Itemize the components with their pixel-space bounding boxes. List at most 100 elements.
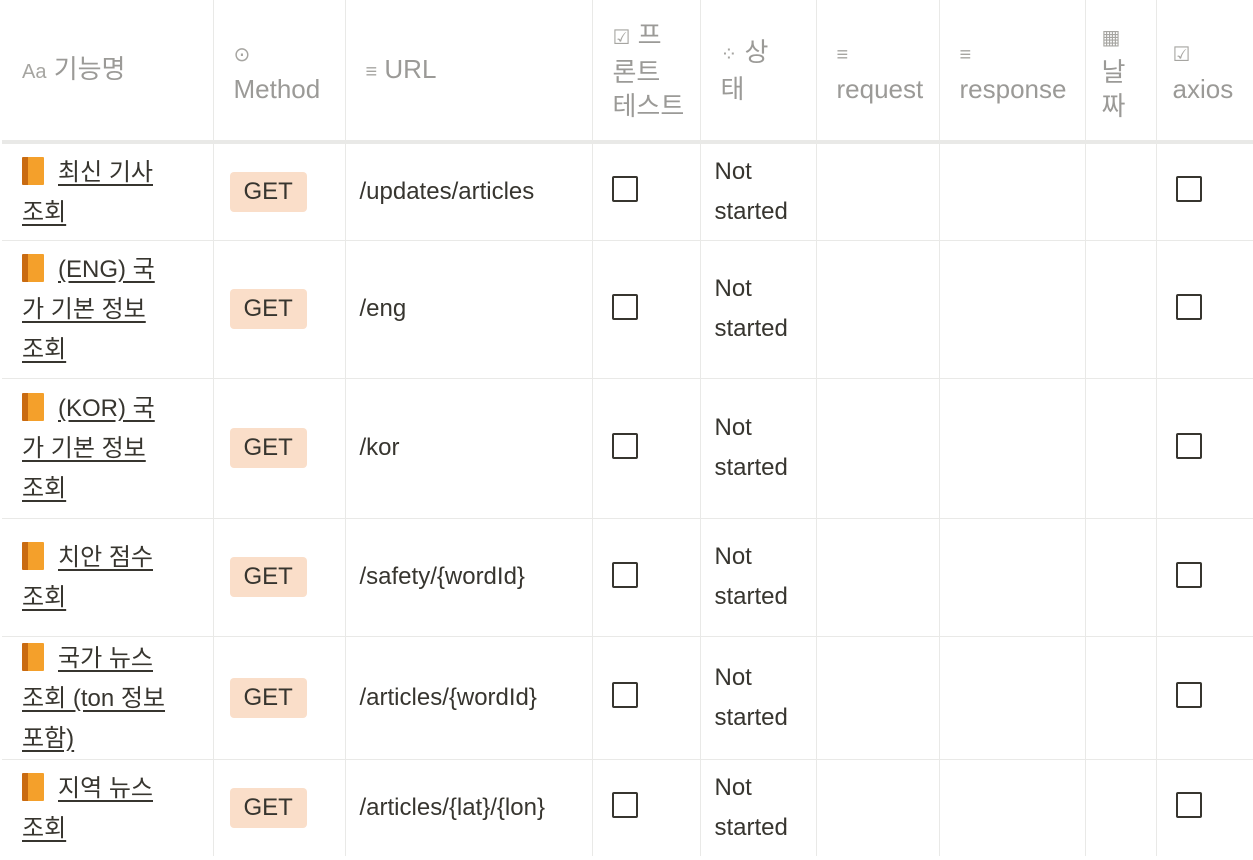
table-row[interactable]: 지역 뉴스조회 GET/articles/{lat}/{lon} Not starte… bbox=[2, 759, 1253, 856]
url-cell[interactable]: /eng bbox=[345, 240, 593, 378]
method-badge[interactable]: GET bbox=[229, 787, 307, 828]
method-badge[interactable]: GET bbox=[229, 677, 307, 718]
response-cell[interactable] bbox=[939, 378, 1086, 518]
header-date[interactable]: ▦ 날 짜 bbox=[1085, 0, 1157, 142]
method-badge[interactable]: GET bbox=[229, 289, 307, 329]
front-test-checkbox[interactable] bbox=[611, 293, 638, 320]
header-name[interactable]: Aa 기능명 bbox=[2, 0, 214, 142]
status-cell[interactable]: Not started bbox=[700, 518, 817, 636]
method-cell[interactable]: GET bbox=[213, 142, 346, 240]
page-link[interactable]: 가 기본 정보 bbox=[22, 296, 146, 323]
axios-cell[interactable] bbox=[1156, 142, 1253, 240]
date-cell[interactable] bbox=[1085, 142, 1157, 240]
front-test-checkbox[interactable] bbox=[611, 682, 638, 708]
axios-checkbox[interactable] bbox=[1175, 682, 1202, 708]
request-cell[interactable] bbox=[816, 518, 940, 636]
date-cell[interactable] bbox=[1085, 378, 1157, 518]
header-status[interactable]: ⁘ 상태 bbox=[700, 0, 817, 142]
name-cell[interactable]: (KOR) 국가 기본 정보조회 bbox=[2, 378, 214, 518]
request-cell[interactable] bbox=[816, 759, 940, 856]
header-response[interactable]: ≡ response bbox=[939, 0, 1086, 142]
page-link[interactable]: 조회 bbox=[22, 199, 66, 226]
date-cell[interactable] bbox=[1085, 636, 1157, 759]
axios-checkbox[interactable] bbox=[1175, 293, 1202, 320]
page-link[interactable]: 조회 bbox=[22, 584, 66, 611]
status-cell[interactable]: Not started bbox=[700, 240, 817, 378]
page-link[interactable]: 조회 (ton 정보 bbox=[22, 685, 165, 712]
status-cell[interactable]: Not started bbox=[700, 636, 817, 759]
header-axios[interactable]: ☑ axios bbox=[1156, 0, 1253, 142]
date-cell[interactable] bbox=[1085, 518, 1157, 636]
request-cell[interactable] bbox=[816, 142, 940, 240]
page-link[interactable]: 가 기본 정보 bbox=[22, 435, 146, 462]
axios-cell[interactable] bbox=[1156, 759, 1253, 856]
axios-checkbox[interactable] bbox=[1175, 176, 1202, 203]
axios-cell[interactable] bbox=[1156, 636, 1253, 759]
table-row[interactable]: (KOR) 국가 기본 정보조회 GET/kor Not started bbox=[2, 378, 1253, 518]
date-cell[interactable] bbox=[1085, 240, 1157, 378]
response-cell[interactable] bbox=[939, 142, 1086, 240]
status-cell[interactable]: Not started bbox=[700, 378, 817, 518]
method-badge[interactable]: GET bbox=[229, 171, 307, 212]
method-cell[interactable]: GET bbox=[213, 636, 346, 759]
front-test-cell[interactable] bbox=[592, 378, 701, 518]
axios-checkbox[interactable] bbox=[1175, 432, 1202, 459]
front-test-cell[interactable] bbox=[592, 759, 701, 856]
front-test-checkbox[interactable] bbox=[611, 176, 638, 203]
response-cell[interactable] bbox=[939, 759, 1086, 856]
method-cell[interactable]: GET bbox=[213, 759, 346, 856]
axios-checkbox[interactable] bbox=[1175, 792, 1202, 819]
page-link[interactable]: 최신 기사 bbox=[58, 159, 153, 186]
method-cell[interactable]: GET bbox=[213, 240, 346, 378]
date-cell[interactable] bbox=[1085, 759, 1157, 856]
url-cell[interactable]: /articles/{lat}/{lon} bbox=[345, 759, 593, 856]
page-link[interactable]: 포함) bbox=[22, 725, 74, 752]
response-cell[interactable] bbox=[939, 636, 1086, 759]
front-test-cell[interactable] bbox=[592, 142, 701, 240]
page-link[interactable]: 조회 bbox=[22, 475, 66, 502]
axios-cell[interactable] bbox=[1156, 240, 1253, 378]
method-badge[interactable]: GET bbox=[229, 428, 307, 468]
name-cell[interactable]: (ENG) 국가 기본 정보조회 bbox=[2, 240, 214, 378]
name-cell[interactable]: 지역 뉴스조회 bbox=[2, 759, 214, 856]
url-cell[interactable]: /kor bbox=[345, 378, 593, 518]
header-request[interactable]: ≡ request bbox=[816, 0, 940, 142]
front-test-cell[interactable] bbox=[592, 518, 701, 636]
request-cell[interactable] bbox=[816, 636, 940, 759]
front-test-cell[interactable] bbox=[592, 240, 701, 378]
url-cell[interactable]: /safety/{wordId} bbox=[345, 518, 593, 636]
front-test-cell[interactable] bbox=[592, 636, 701, 759]
axios-cell[interactable] bbox=[1156, 378, 1253, 518]
axios-cell[interactable] bbox=[1156, 518, 1253, 636]
page-link[interactable]: (ENG) 국 bbox=[58, 256, 155, 283]
page-link[interactable]: 지역 뉴스 bbox=[58, 775, 153, 802]
page-link[interactable]: 조회 bbox=[22, 336, 66, 363]
header-method[interactable]: ⊙ Method bbox=[213, 0, 346, 142]
axios-checkbox[interactable] bbox=[1175, 561, 1202, 588]
front-test-checkbox[interactable] bbox=[611, 432, 638, 459]
name-cell[interactable]: 치안 점수조회 bbox=[2, 518, 214, 636]
request-cell[interactable] bbox=[816, 240, 940, 378]
response-cell[interactable] bbox=[939, 240, 1086, 378]
name-cell[interactable]: 최신 기사조회 bbox=[2, 142, 214, 240]
page-link[interactable]: 조회 bbox=[22, 815, 66, 842]
page-link[interactable]: (KOR) 국 bbox=[58, 395, 155, 422]
name-cell[interactable]: 국가 뉴스조회 (ton 정보포함) bbox=[2, 636, 214, 759]
header-front-test[interactable]: ☑ 프 론트 테스트 bbox=[592, 0, 701, 142]
request-cell[interactable] bbox=[816, 378, 940, 518]
method-cell[interactable]: GET bbox=[213, 518, 346, 636]
response-cell[interactable] bbox=[939, 518, 1086, 636]
url-cell[interactable]: /updates/articles bbox=[345, 142, 593, 240]
table-row[interactable]: (ENG) 국가 기본 정보조회 GET/eng Not started bbox=[2, 240, 1253, 378]
front-test-checkbox[interactable] bbox=[611, 792, 638, 819]
status-cell[interactable]: Not started bbox=[700, 142, 817, 240]
header-url[interactable]: ≡ URL bbox=[345, 0, 593, 142]
table-row[interactable]: 국가 뉴스조회 (ton 정보포함) GET/articles/{wordId} N… bbox=[2, 636, 1253, 759]
method-cell[interactable]: GET bbox=[213, 378, 346, 518]
front-test-checkbox[interactable] bbox=[611, 561, 638, 588]
url-cell[interactable]: /articles/{wordId} bbox=[345, 636, 593, 759]
page-link[interactable]: 치안 점수 bbox=[58, 544, 153, 571]
page-link[interactable]: 국가 뉴스 bbox=[58, 645, 153, 672]
status-cell[interactable]: Not started bbox=[700, 759, 817, 856]
method-badge[interactable]: GET bbox=[229, 557, 307, 597]
